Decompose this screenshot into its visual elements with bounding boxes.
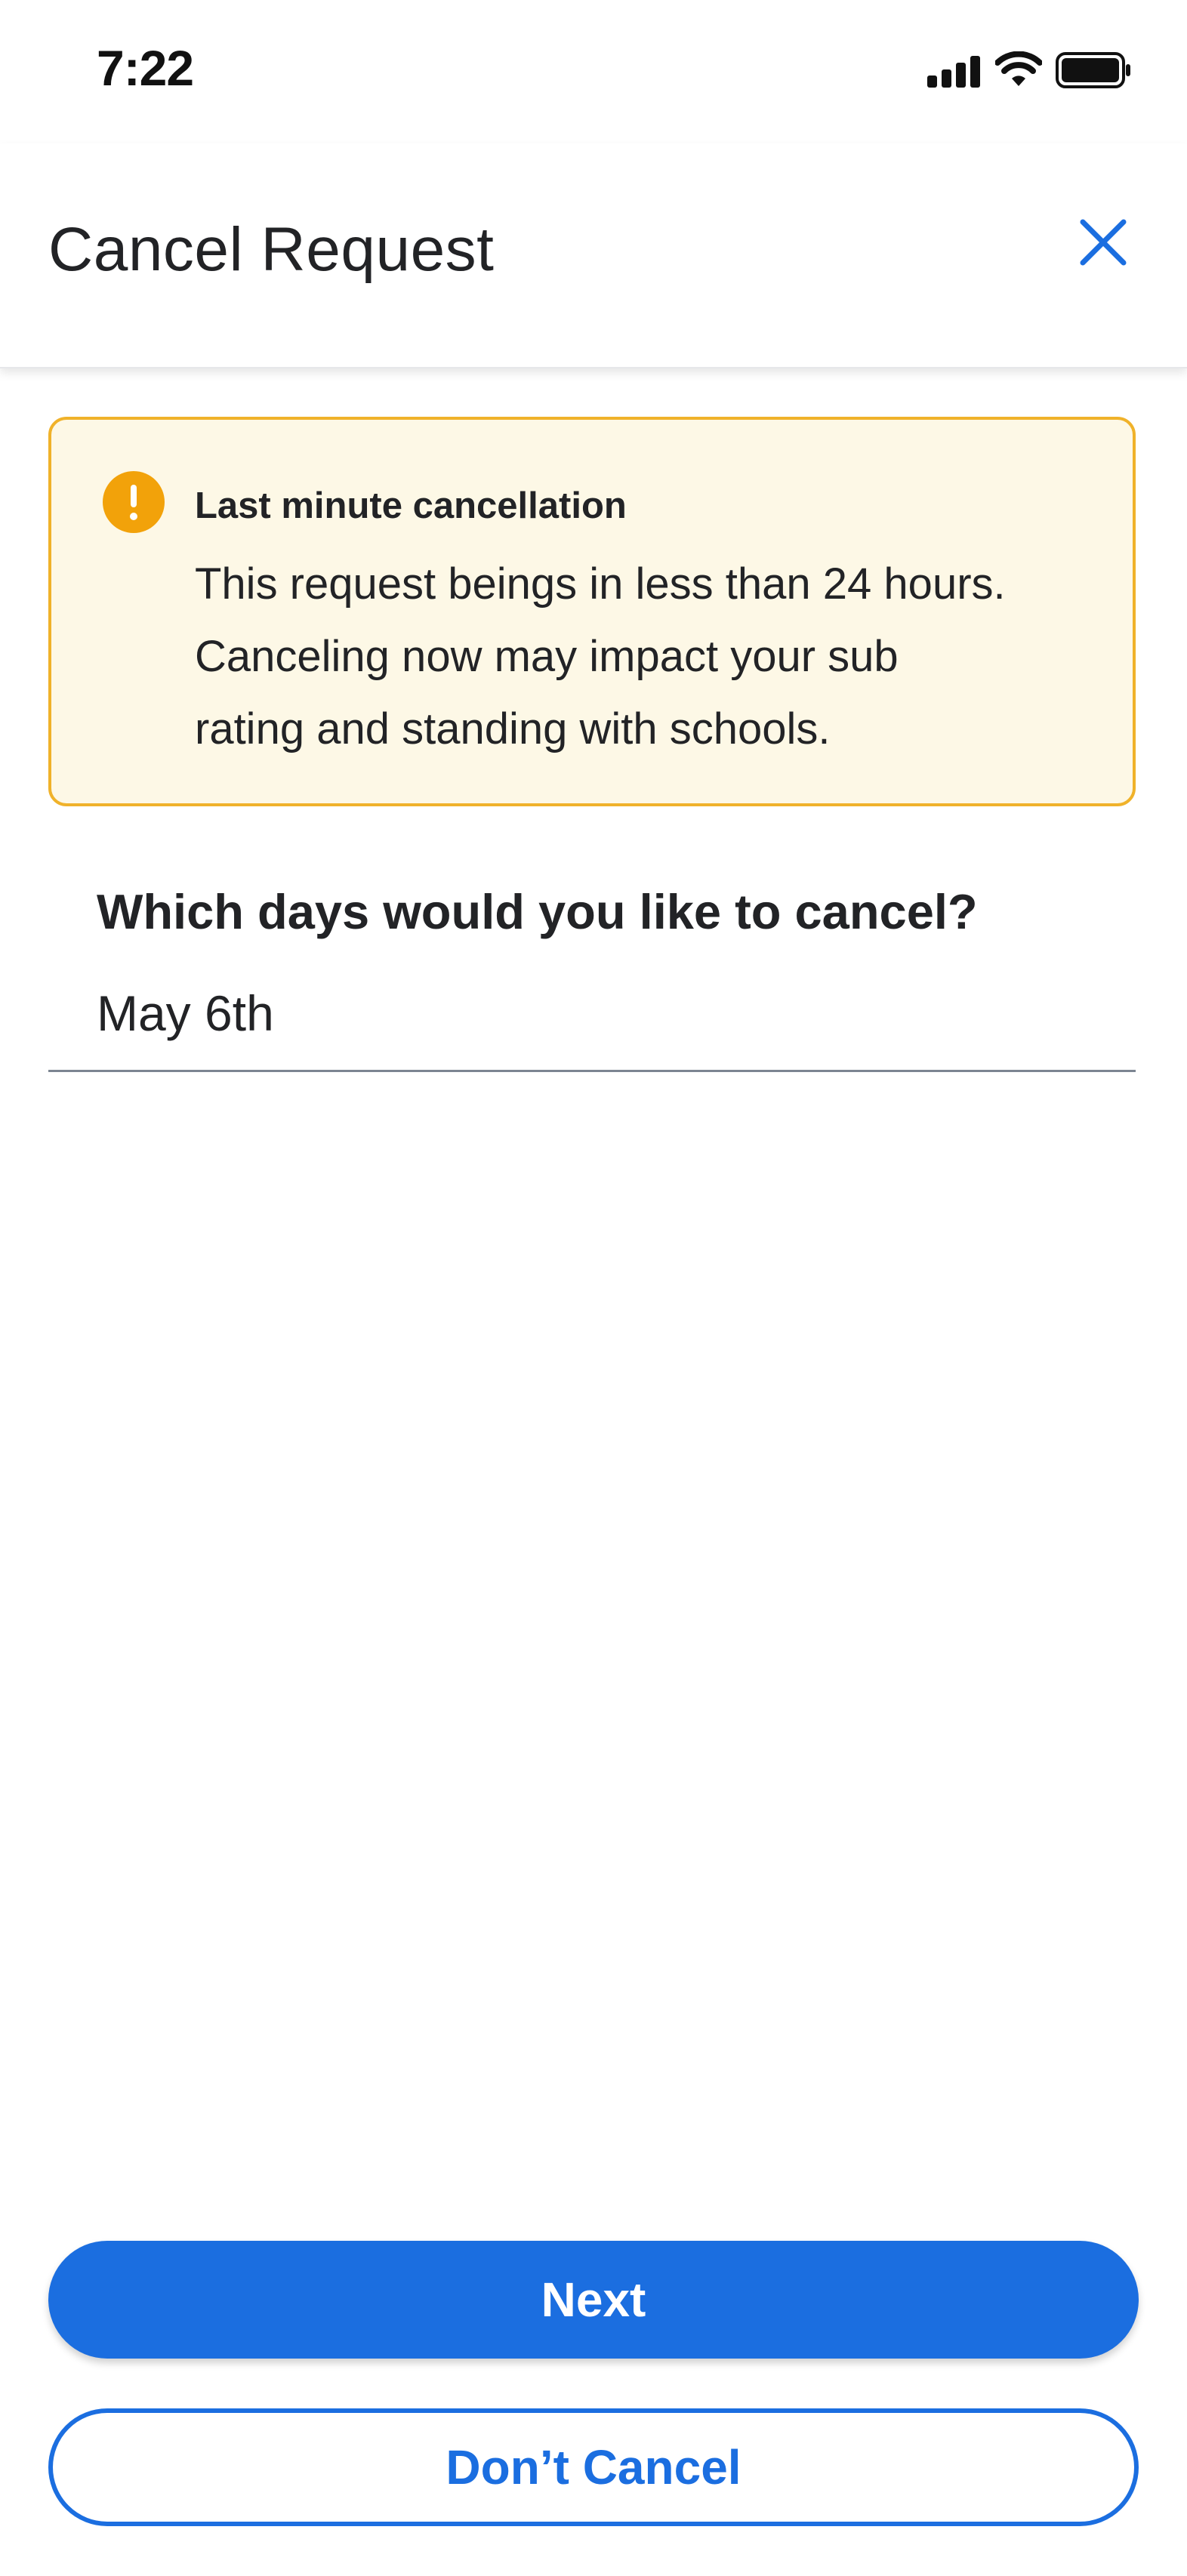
selected-day: May 6th <box>97 985 274 1041</box>
status-time: 7:22 <box>97 40 194 96</box>
next-button[interactable]: Next <box>48 2241 1139 2359</box>
header: Cancel Request <box>0 143 1187 368</box>
close-button[interactable] <box>1072 211 1134 273</box>
cancel-request-screen: 7:22 Cancel Request Last minute cancella… <box>0 0 1187 2576</box>
exclamation-circle-icon <box>103 471 165 533</box>
dont-cancel-button[interactable]: Don’t Cancel <box>48 2408 1139 2526</box>
cancel-days-question: Which days would you like to cancel? <box>97 884 978 939</box>
close-icon <box>1080 219 1127 266</box>
warning-title: Last minute cancellation <box>195 485 627 526</box>
warning-line: rating and standing with schools. <box>195 704 831 753</box>
warning-line: This request beings in less than 24 hour… <box>195 559 1006 609</box>
status-bar: 7:22 <box>0 0 1187 143</box>
warning-banner: Last minute cancellation This request be… <box>48 417 1136 806</box>
wifi-icon <box>995 51 1042 86</box>
warning-message: This request beings in less than 24 hour… <box>195 548 1108 766</box>
page-title: Cancel Request <box>48 215 495 284</box>
cellular-signal-icon <box>927 54 982 88</box>
battery-icon <box>1056 52 1130 88</box>
warning-line: Canceling now may impact your sub <box>195 632 899 681</box>
cancel-days-select[interactable]: May 6th <box>48 966 1136 1072</box>
